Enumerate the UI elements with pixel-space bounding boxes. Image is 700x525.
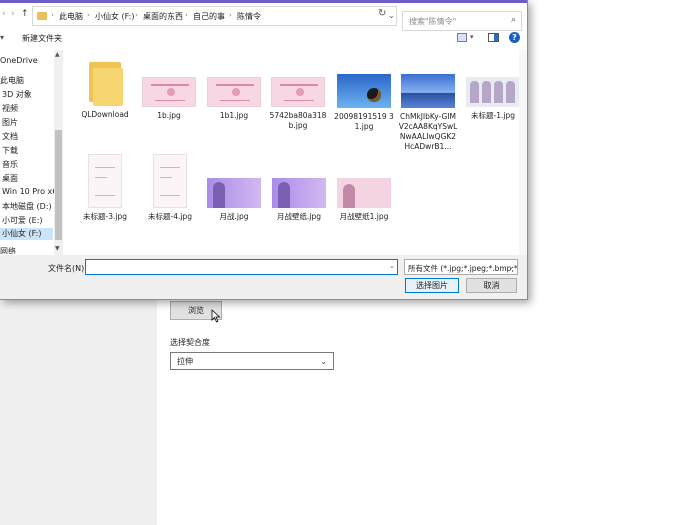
sidebar-item-pictures[interactable]: 图片 — [2, 117, 18, 128]
up-arrow-icon[interactable]: ↑ — [21, 9, 29, 19]
sidebar-item-onedrive[interactable]: OneDrive — [0, 56, 38, 65]
file-name: 1b1.jpg — [219, 111, 249, 120]
address-row: ‹ › ↑ › 此电脑 › 小仙女 (F:) › 桌面的东西 › 自己的事 › … — [0, 5, 527, 31]
sidebar-item-network[interactable]: 网络 — [0, 246, 16, 254]
file-item[interactable]: 月战壁纸1.jpg — [334, 178, 394, 222]
help-icon[interactable]: ? — [509, 32, 520, 43]
image-thumbnail — [401, 74, 455, 108]
chevron-down-icon: ⌄ — [320, 357, 327, 366]
filetype-value: 所有文件 (*.jpg;*.jpeg;*.bmp;*. — [408, 264, 518, 273]
scroll-up-icon[interactable]: ▲ — [55, 51, 60, 58]
crumb-drive-f[interactable]: 小仙女 (F:) — [95, 11, 134, 22]
search-placeholder: 搜索"陈情令" — [409, 17, 457, 26]
image-thumbnail — [272, 178, 326, 208]
chevron-down-icon[interactable]: ⌄ — [388, 11, 395, 20]
sidebar-item-downloads[interactable]: 下载 — [2, 145, 18, 156]
fit-select[interactable]: 拉伸 ⌄ — [170, 352, 334, 370]
sidebar-item-desktop[interactable]: 桌面 — [2, 173, 18, 184]
crumb-separator-icon: › — [185, 11, 188, 19]
cancel-button[interactable]: 取消 — [466, 278, 517, 293]
fit-select-value: 拉伸 — [177, 356, 193, 366]
folder-icon — [87, 58, 123, 106]
title-bar — [0, 0, 527, 3]
crumb-this-pc[interactable]: 此电脑 — [59, 11, 83, 22]
forward-arrow-icon[interactable]: › — [11, 9, 15, 19]
file-item[interactable]: 5742ba80a318b.jpg — [268, 77, 328, 131]
file-item[interactable]: 1b.jpg — [139, 77, 199, 121]
file-item[interactable]: ChMkJlbKy-GIMV2cAA8KqYSwLNwAALIwQGK2HcAD… — [398, 74, 458, 152]
file-name: 1b.jpg — [157, 111, 181, 120]
file-item[interactable]: 20098191519 31.jpg — [334, 74, 394, 132]
sidebar-item-drive-e[interactable]: 小可爱 (E:) — [2, 215, 43, 226]
folder-icon — [37, 12, 47, 20]
new-folder-button[interactable]: 新建文件夹 — [22, 33, 62, 44]
organize-dropdown-icon[interactable]: ▾ — [0, 33, 4, 42]
image-thumbnail — [337, 178, 391, 208]
sidebar-item-videos[interactable]: 视频 — [2, 103, 18, 114]
image-thumbnail — [88, 154, 122, 208]
filename-label: 文件名(N): — [48, 264, 87, 273]
dialog-footer: 文件名(N): ⌄ 所有文件 (*.jpg;*.jpeg;*.bmp;*. ⌄ … — [0, 255, 527, 299]
select-image-button[interactable]: 选择图片 — [405, 278, 459, 293]
filename-input[interactable] — [85, 259, 398, 275]
sidebar-item-documents[interactable]: 文档 — [2, 131, 18, 142]
file-item[interactable]: QLDownload — [75, 58, 135, 120]
file-name: 月战壁纸.jpg — [277, 212, 321, 221]
image-thumbnail — [207, 77, 261, 107]
chevron-down-icon[interactable]: ⌄ — [389, 262, 395, 270]
image-thumbnail — [153, 154, 187, 208]
fit-label: 选择契合度 — [170, 338, 210, 347]
file-item[interactable]: 未标题-4.jpg — [140, 154, 200, 222]
back-arrow-icon[interactable]: ‹ — [2, 9, 6, 19]
image-thumbnail — [207, 178, 261, 208]
file-item[interactable]: 1b1.jpg — [204, 77, 264, 121]
file-item[interactable]: 未标题-3.jpg — [75, 154, 135, 222]
sidebar-item-music[interactable]: 音乐 — [2, 159, 18, 170]
crumb-separator-icon: › — [135, 11, 138, 19]
crumb-separator-icon: › — [87, 11, 90, 19]
chevron-down-icon[interactable]: ▾ — [470, 33, 474, 41]
search-icon: ⌕ — [510, 15, 516, 25]
file-name: 月战.jpg — [219, 212, 249, 221]
crumb-separator-icon: › — [229, 11, 232, 19]
file-name: 未标题-1.jpg — [471, 111, 515, 120]
file-item[interactable]: 月战壁纸.jpg — [269, 178, 329, 222]
address-bar[interactable]: › 此电脑 › 小仙女 (F:) › 桌面的东西 › 自己的事 › 陈情令 ⌄ — [32, 6, 397, 26]
image-thumbnail — [466, 77, 520, 107]
file-name: ChMkJlbKy-GIMV2cAA8KqYSwLNwAALIwQGK2HcAD… — [398, 112, 458, 151]
image-thumbnail — [337, 74, 391, 108]
filetype-select[interactable]: 所有文件 (*.jpg;*.jpeg;*.bmp;*. ⌄ — [404, 259, 518, 275]
scroll-down-icon[interactable]: ▼ — [55, 245, 60, 252]
sidebar-item-drive-f[interactable]: 小仙女 (F:) — [0, 228, 53, 240]
open-file-dialog: ‹ › ↑ › 此电脑 › 小仙女 (F:) › 桌面的东西 › 自己的事 › … — [0, 0, 528, 300]
sidebar-item-this-pc[interactable]: 此电脑 — [0, 75, 24, 86]
image-thumbnail — [142, 77, 196, 107]
chevron-down-icon: ⌄ — [508, 263, 514, 271]
preview-pane-icon[interactable] — [488, 33, 499, 42]
toolbar: ▾ 新建文件夹 ▾ ? — [0, 30, 527, 48]
file-item[interactable]: 月战.jpg — [204, 178, 264, 222]
crumb-own-things[interactable]: 自己的事 — [193, 11, 225, 22]
sidebar-item-drive-d[interactable]: 本地磁盘 (D:) — [2, 201, 52, 212]
file-list-scrollbar[interactable] — [519, 50, 527, 255]
crumb-desktop-stuff[interactable]: 桌面的东西 — [143, 11, 183, 22]
refresh-icon[interactable]: ↻ — [378, 8, 386, 19]
file-name: 月战壁纸1.jpg — [339, 212, 389, 221]
file-item[interactable]: 未标题-1.jpg — [463, 77, 523, 121]
crumb-current-folder[interactable]: 陈情令 — [237, 11, 261, 22]
file-name: QLDownload — [81, 110, 129, 119]
image-thumbnail — [271, 77, 325, 107]
file-name: 未标题-3.jpg — [83, 212, 127, 221]
view-options-icon[interactable] — [457, 33, 467, 42]
sidebar-scroll-thumb[interactable] — [55, 130, 62, 240]
crumb-separator-icon: › — [51, 11, 54, 19]
search-input[interactable]: 搜索"陈情令" ⌕ — [402, 11, 522, 31]
file-name: 20098191519 31.jpg — [334, 112, 394, 131]
sidebar-item-3d-objects[interactable]: 3D 对象 — [2, 89, 32, 100]
mouse-cursor-icon — [211, 309, 221, 323]
file-name: 未标题-4.jpg — [148, 212, 192, 221]
file-name: 5742ba80a318b.jpg — [269, 111, 327, 130]
